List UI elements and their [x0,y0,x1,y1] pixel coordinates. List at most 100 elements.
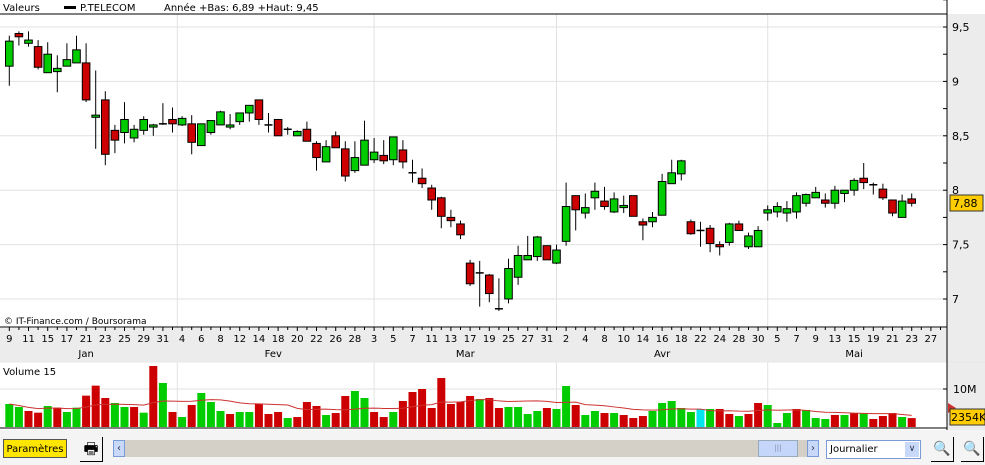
period-select[interactable]: Journalier ∨ [826,440,921,459]
volume-bar [206,401,215,427]
x-tick-label: 30 [752,334,765,345]
zoom-out-icon[interactable]: 🔍 [931,437,954,462]
candle-body [840,189,849,194]
volume-bar [571,404,580,427]
volume-bar [226,414,235,427]
chevron-down-icon: ∨ [905,442,919,457]
candle-body [677,160,686,175]
x-tick-label: 7 [409,334,415,345]
x-tick-label: 5 [774,334,780,345]
candle-body [715,244,725,248]
candle-body [293,130,302,137]
copyright: © IT-Finance.com / Boursorama [4,317,146,327]
candle-body [782,208,792,214]
candle-body [312,142,321,159]
volume-bar [485,398,494,427]
volume-bar [600,413,609,427]
candle-body [101,99,110,155]
candle-body [600,200,609,208]
month-label: Fev [265,349,282,360]
candle-body [705,227,715,245]
candle-body [648,216,657,223]
x-tick-label: 15 [41,334,54,345]
last-volume: 2354K [951,411,985,424]
candle-body [907,198,917,204]
x-tick-label: 5 [390,334,396,345]
volume-bar [216,411,225,427]
horizontal-scrollbar[interactable]: ‹ ||| › [113,440,819,457]
y-tick-label: 9,5 [952,21,970,34]
candle-body [437,197,446,217]
x-tick-label: 18 [272,334,285,345]
volume-bar [91,385,100,427]
candle-body [341,148,350,177]
header-info: Année +Bas: 6,89 +Haut: 9,45 [164,2,319,14]
volume-bar [590,411,599,427]
candle-body [830,189,840,204]
volume-bar [62,411,71,427]
candle-body [485,274,494,295]
candle-body [206,120,216,134]
volume-bar [523,414,532,427]
volume-bar [370,411,379,427]
x-tick-label: 25 [502,334,515,345]
volume-bar [264,414,273,427]
scroll-right-button[interactable]: › [807,440,819,457]
candle-body [139,118,148,131]
candle-body [859,177,869,184]
series-legend-swatch [64,6,76,9]
candle-body [581,207,590,214]
volume-title: Volume 15 [3,367,56,378]
parameters-button[interactable]: Paramètres [3,439,67,458]
month-label: Mai [845,349,863,360]
candle-body [609,198,619,213]
volume-bar [456,401,465,427]
x-tick-label: 27 [521,334,534,345]
x-tick-label: 11 [22,334,35,345]
volume-bar [274,411,283,427]
volume-bar [245,411,254,427]
candle-body [24,39,33,44]
zoom-in-icon[interactable]: 🔍 [961,437,984,462]
volume-bar [101,398,110,427]
volume-bar [821,418,830,427]
candle-body [350,157,360,172]
volume-bar [398,401,407,427]
volume-bar [187,404,196,427]
candle-body [878,188,888,199]
scroll-left-button[interactable]: ‹ [113,440,125,457]
volume-bar [715,408,724,427]
x-tick-label: 13 [445,334,458,345]
x-tick-label: 11 [425,334,438,345]
candle-body [225,124,235,128]
candle-body [129,128,139,139]
volume-bar [840,414,849,427]
volume-bar [504,407,513,427]
printer-icon[interactable]: 🖶 [80,437,103,462]
volume-bar [514,407,523,427]
candle-body [590,190,600,199]
x-tick-label: 20 [291,334,304,345]
candle-body [398,149,408,163]
volume-bar [850,413,859,427]
candle-body [657,180,667,216]
y-tick-label: 8,5 [952,130,970,143]
candle-body [245,104,254,114]
volume-bar [379,417,388,427]
x-tick-label: 19 [483,334,496,345]
candle-body [216,111,225,126]
volume-bar [360,398,369,427]
x-tick-label: 4 [582,334,588,345]
volume-bar [389,411,398,427]
volume-bar [869,418,878,427]
volume-bar [648,411,657,427]
scroll-thumb[interactable]: ||| [758,440,798,457]
candle-body [792,195,801,213]
volume-bar [734,416,743,427]
candle-body [91,114,101,118]
volume-bar [254,404,263,427]
x-tick-label: 19 [867,334,880,345]
month-label: Jan [77,349,93,360]
volume-bar [235,411,244,427]
x-tick-label: 31 [541,334,554,345]
